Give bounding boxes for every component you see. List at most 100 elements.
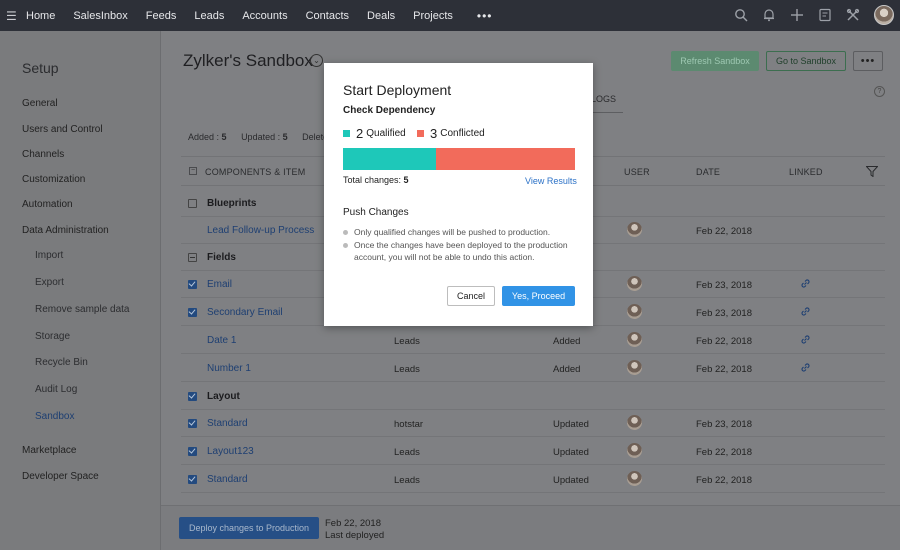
chevron-down-icon[interactable]: ⌄: [310, 54, 323, 67]
sidebar-item-channels[interactable]: Channels: [22, 149, 64, 160]
notes-icon[interactable]: [818, 8, 832, 22]
column-header-date[interactable]: DATE: [696, 167, 720, 177]
user-avatar: [627, 471, 642, 486]
dialog-title: Start Deployment: [343, 82, 452, 98]
column-header-user[interactable]: USER: [624, 167, 650, 177]
module-cell: Leads: [394, 364, 420, 375]
sidebar-item-remove-sample-data[interactable]: Remove sample data: [35, 304, 130, 315]
select-all-checkbox[interactable]: −: [189, 167, 197, 175]
sidebar-item-audit-log[interactable]: Audit Log: [35, 384, 77, 395]
sidebar-item-import[interactable]: Import: [35, 250, 63, 261]
nav-contacts[interactable]: Contacts: [306, 10, 349, 22]
avatar[interactable]: [874, 5, 894, 25]
view-results-link[interactable]: View Results: [525, 176, 577, 186]
date-cell: Feb 23, 2018: [696, 280, 752, 291]
item-name[interactable]: Standard: [207, 418, 248, 429]
column-header-component[interactable]: COMPONENTS & ITEM: [205, 167, 305, 177]
sidebar-item-data-administration[interactable]: Data Administration: [22, 225, 109, 236]
total-changes-label: Total changes:: [343, 175, 404, 185]
sidebar-item-storage[interactable]: Storage: [35, 331, 70, 342]
link-icon[interactable]: [801, 335, 810, 344]
table-row[interactable]: Date 1 Leads Added Feb 22, 2018: [181, 327, 885, 354]
table-row[interactable]: Layout123 Leads Updated Feb 22, 2018: [181, 438, 885, 465]
nav-salesinbox[interactable]: SalesInbox: [73, 10, 127, 22]
table-row[interactable]: Number 1 Leads Added Feb 22, 2018: [181, 355, 885, 382]
link-icon[interactable]: [801, 363, 810, 372]
item-name[interactable]: Email: [207, 279, 232, 290]
row-checkbox[interactable]: [188, 253, 197, 262]
deploy-to-production-button[interactable]: Deploy changes to Production: [179, 517, 319, 539]
item-name[interactable]: Layout123: [207, 446, 254, 457]
date-cell: Feb 23, 2018: [696, 308, 752, 319]
item-name[interactable]: Secondary Email: [207, 307, 283, 318]
added-count: 5: [221, 132, 227, 142]
nav-more-button[interactable]: •••: [477, 9, 493, 23]
nav-deals[interactable]: Deals: [367, 10, 395, 22]
table-group-row[interactable]: Layout: [181, 383, 885, 410]
table-row[interactable]: Standard Leads Updated Feb 22, 2018: [181, 466, 885, 493]
total-changes: Total changes: 5: [343, 175, 409, 185]
date-cell: Feb 22, 2018: [696, 447, 752, 458]
go-to-sandbox-button[interactable]: Go to Sandbox: [766, 51, 846, 71]
sidebar-item-users-and-control[interactable]: Users and Control: [22, 124, 103, 135]
table-row[interactable]: Standard hotstar Updated Feb 23, 2018: [181, 410, 885, 437]
item-name[interactable]: Standard: [207, 474, 248, 485]
more-options-button[interactable]: •••: [853, 51, 883, 71]
updated-count: 5: [282, 132, 288, 142]
row-checkbox[interactable]: [188, 419, 197, 428]
nav-icons: [734, 5, 894, 25]
user-avatar: [627, 222, 642, 237]
sidebar-item-recycle-bin[interactable]: Recycle Bin: [35, 357, 88, 368]
sidebar-item-automation[interactable]: Automation: [22, 199, 73, 210]
sidebar-item-marketplace[interactable]: Marketplace: [22, 445, 76, 456]
sidebar: Setup General Users and Control Channels…: [0, 31, 161, 550]
user-avatar: [627, 332, 642, 347]
tab-logs[interactable]: LOGS: [591, 94, 616, 104]
plus-icon[interactable]: [790, 8, 804, 22]
nav-feeds[interactable]: Feeds: [146, 10, 177, 22]
filter-icon[interactable]: [866, 166, 878, 177]
top-nav: ☰ Home SalesInbox Feeds Leads Accounts C…: [0, 0, 900, 31]
sidebar-item-export[interactable]: Export: [35, 277, 64, 288]
user-avatar: [627, 276, 642, 291]
nav-accounts[interactable]: Accounts: [242, 10, 287, 22]
nav-projects[interactable]: Projects: [413, 10, 453, 22]
conflicted-count: 3: [430, 126, 438, 141]
row-checkbox[interactable]: [188, 475, 197, 484]
link-icon[interactable]: [801, 307, 810, 316]
module-cell: Leads: [394, 447, 420, 458]
cancel-button[interactable]: Cancel: [447, 286, 495, 306]
user-avatar: [627, 415, 642, 430]
row-checkbox[interactable]: [188, 280, 197, 289]
conflicted-label: Conflicted: [440, 128, 485, 139]
last-deployed-label: Last deployed: [325, 530, 385, 541]
row-checkbox[interactable]: [188, 308, 197, 317]
row-checkbox[interactable]: [188, 392, 197, 401]
item-name[interactable]: Number 1: [207, 363, 251, 374]
column-header-linked[interactable]: LINKED: [789, 167, 823, 177]
sidebar-item-customization[interactable]: Customization: [22, 174, 85, 185]
item-name[interactable]: Date 1: [207, 335, 236, 346]
refresh-sandbox-button[interactable]: Refresh Sandbox: [671, 51, 759, 71]
push-changes-title: Push Changes: [343, 207, 409, 218]
menu-icon[interactable]: ☰: [6, 9, 26, 23]
nav-home[interactable]: Home: [26, 10, 55, 22]
tools-icon[interactable]: [846, 8, 860, 22]
sidebar-item-developer-space[interactable]: Developer Space: [22, 471, 99, 482]
row-checkbox[interactable]: [188, 447, 197, 456]
link-icon[interactable]: [801, 279, 810, 288]
search-icon[interactable]: [734, 8, 748, 22]
dependency-bar: [343, 148, 575, 170]
total-changes-value: 5: [403, 175, 409, 185]
bell-icon[interactable]: [762, 8, 776, 22]
sidebar-item-general[interactable]: General: [22, 98, 58, 109]
item-name[interactable]: Lead Follow-up Process: [207, 225, 314, 236]
action-cell: Updated: [553, 419, 589, 430]
row-checkbox[interactable]: [188, 199, 197, 208]
help-icon[interactable]: ?: [874, 86, 885, 97]
date-cell: Feb 22, 2018: [696, 475, 752, 486]
legend-qualified: 2 Qualified: [343, 126, 406, 141]
nav-leads[interactable]: Leads: [194, 10, 224, 22]
yes-proceed-button[interactable]: Yes, Proceed: [502, 286, 575, 306]
sidebar-item-sandbox[interactable]: Sandbox: [35, 411, 74, 422]
